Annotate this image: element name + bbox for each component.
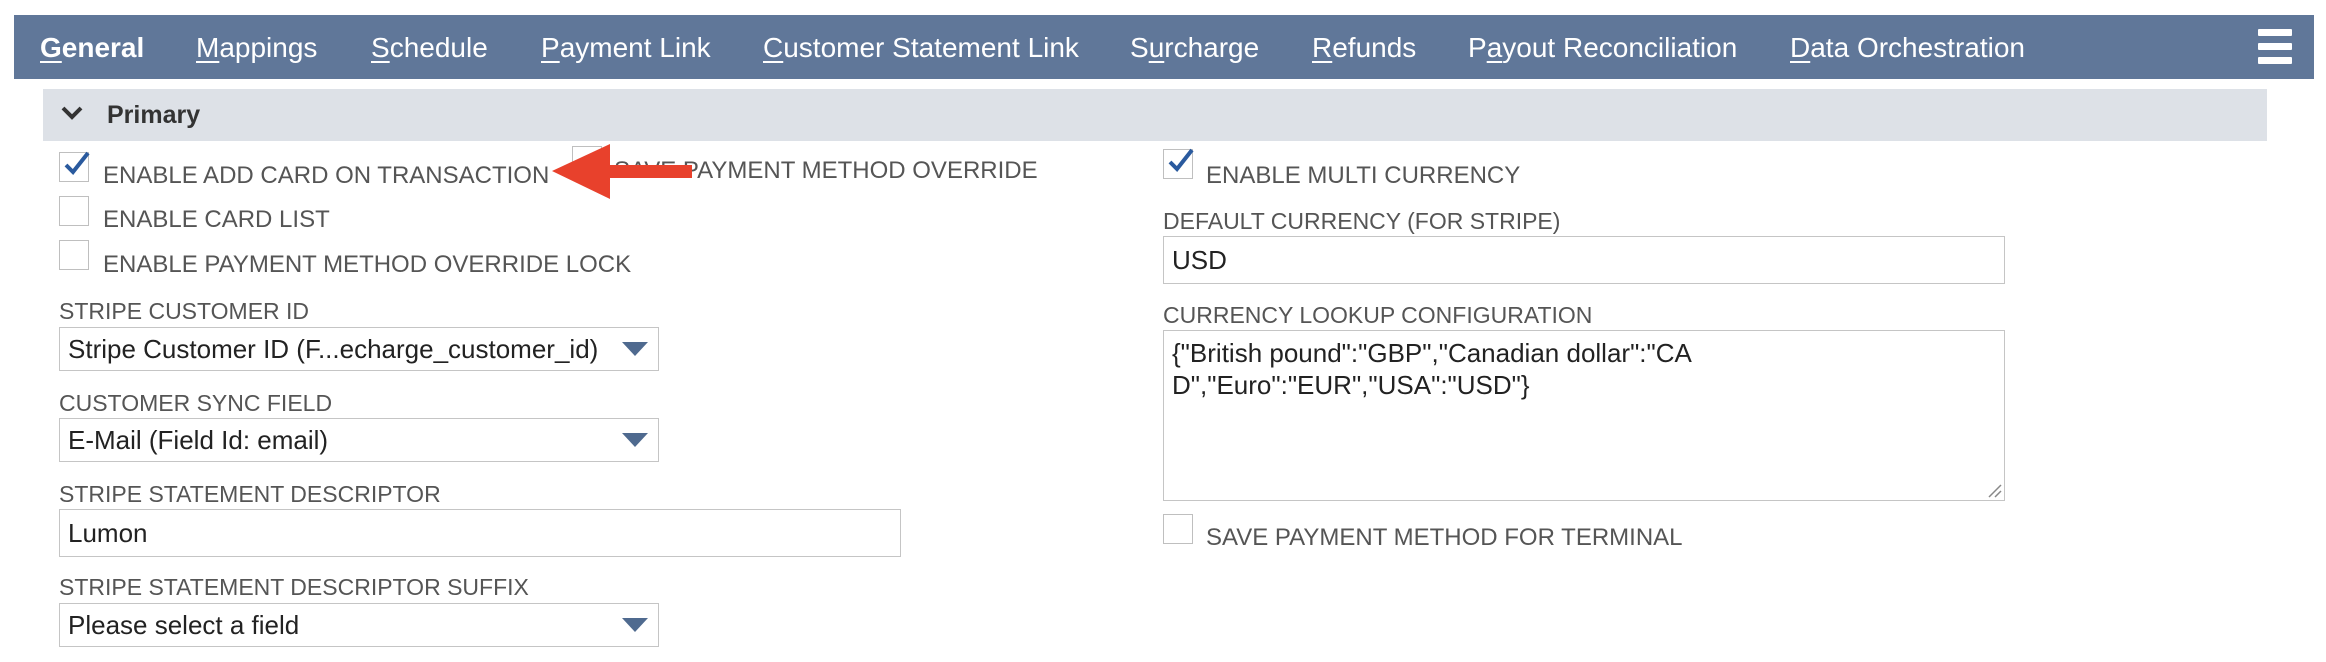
save-payment-terminal-checkbox[interactable] xyxy=(1163,514,1193,544)
default-currency-input[interactable]: USD xyxy=(1163,236,2005,284)
statement-descriptor-suffix-select[interactable]: Please select a field xyxy=(59,603,659,647)
tab-general-label: eneral xyxy=(61,32,145,63)
default-currency-label: DEFAULT CURRENCY (FOR STRIPE) xyxy=(1163,208,1561,234)
currency-lookup-label: CURRENCY LOOKUP CONFIGURATION xyxy=(1163,302,1593,328)
tab-refunds[interactable]: Refunds xyxy=(1312,15,1416,79)
default-currency-value: USD xyxy=(1172,245,1227,275)
tab-payment-link-access-key: P xyxy=(541,32,560,63)
tab-surcharge[interactable]: Surcharge xyxy=(1130,15,1259,79)
statement-descriptor-suffix-value: Please select a field xyxy=(68,610,300,640)
statement-descriptor-value: Lumon xyxy=(68,518,148,548)
annotation-arrow-icon xyxy=(552,144,692,199)
stripe-customer-id-label: STRIPE CUSTOMER ID xyxy=(59,298,310,324)
tab-payout-reconciliation[interactable]: Payout Reconciliation xyxy=(1468,15,1737,79)
tab-schedule[interactable]: Schedule xyxy=(371,15,488,79)
enable-override-lock-checkbox[interactable] xyxy=(59,240,89,270)
tab-payout-reconciliation-label-pre: P xyxy=(1468,32,1487,63)
tab-customer-statement-link-access-key: C xyxy=(763,32,784,63)
tab-customer-statement-link[interactable]: Customer Statement Link xyxy=(763,15,1079,79)
resize-grip-icon[interactable] xyxy=(1986,482,2002,498)
checkmark-icon xyxy=(1168,148,1194,173)
statement-descriptor-label: STRIPE STATEMENT DESCRIPTOR xyxy=(59,481,441,507)
tab-refunds-access-key: R xyxy=(1312,32,1333,63)
enable-override-lock-label: ENABLE PAYMENT METHOD OVERRIDE LOCK xyxy=(103,251,632,278)
enable-multi-currency-checkbox[interactable] xyxy=(1163,148,1194,179)
tab-schedule-label: chedule xyxy=(389,32,488,63)
statement-descriptor-input[interactable]: Lumon xyxy=(59,509,901,557)
customer-sync-field-label: CUSTOMER SYNC FIELD xyxy=(59,390,333,416)
tab-general[interactable]: General xyxy=(40,15,144,79)
subtab-bar: General Mappings Schedule Payment Link C… xyxy=(14,15,2314,79)
tab-mappings-access-key: M xyxy=(196,32,220,63)
currency-lookup-textarea[interactable]: {"British pound":"GBP","Canadian dollar"… xyxy=(1163,330,2005,501)
tab-payment-link-label: ayment Link xyxy=(559,32,711,63)
customer-sync-field-select[interactable]: E-Mail (Field Id: email) xyxy=(59,418,659,462)
enable-card-list-checkbox[interactable] xyxy=(59,196,89,226)
stripe-customer-id-select[interactable]: Stripe Customer ID (F...echarge_customer… xyxy=(59,327,659,371)
tab-surcharge-label-pre: S xyxy=(1130,32,1149,63)
hamburger-menu-icon[interactable] xyxy=(2258,29,2292,65)
enable-card-list-label: ENABLE CARD LIST xyxy=(103,206,330,233)
stripe-customer-id-value: Stripe Customer ID (F...echarge_customer… xyxy=(68,334,599,364)
tab-data-orchestration-label: ata Orchestration xyxy=(1810,32,2026,63)
save-payment-terminal-label: SAVE PAYMENT METHOD FOR TERMINAL xyxy=(1206,524,1683,551)
enable-multi-currency-label: ENABLE MULTI CURRENCY xyxy=(1206,162,1521,189)
tab-data-orchestration-access-key: D xyxy=(1790,32,1811,63)
tab-mappings[interactable]: Mappings xyxy=(196,15,317,79)
caret-down-icon xyxy=(622,618,648,632)
caret-down-icon xyxy=(622,342,648,356)
enable-add-card-checkbox[interactable] xyxy=(59,151,90,182)
statement-descriptor-suffix-label: STRIPE STATEMENT DESCRIPTOR SUFFIX xyxy=(59,574,529,600)
section-header-primary[interactable]: Primary xyxy=(43,89,2267,141)
tab-data-orchestration[interactable]: Data Orchestration xyxy=(1790,15,2025,79)
tab-customer-statement-link-label: ustomer Statement Link xyxy=(783,32,1079,63)
tab-surcharge-label: rcharge xyxy=(1164,32,1260,63)
customer-sync-field-value: E-Mail (Field Id: email) xyxy=(68,425,329,455)
section-title: Primary xyxy=(107,101,201,129)
tab-mappings-label: appings xyxy=(219,32,318,63)
chevron-down-icon xyxy=(61,106,83,120)
checkmark-icon xyxy=(64,151,90,176)
tab-general-access-key: G xyxy=(40,32,62,63)
caret-down-icon xyxy=(622,433,648,447)
currency-lookup-value: {"British pound":"GBP","Canadian dollar"… xyxy=(1172,338,1692,400)
tab-schedule-access-key: S xyxy=(371,32,390,63)
tab-surcharge-access-key: u xyxy=(1148,32,1165,63)
tab-payout-reconciliation-access-key: a xyxy=(1486,32,1503,63)
tab-payment-link[interactable]: Payment Link xyxy=(541,15,711,79)
enable-add-card-label: ENABLE ADD CARD ON TRANSACTION xyxy=(103,162,550,189)
tab-payout-reconciliation-label: yout Reconciliation xyxy=(1502,32,1738,63)
tab-refunds-label: efunds xyxy=(1332,32,1417,63)
